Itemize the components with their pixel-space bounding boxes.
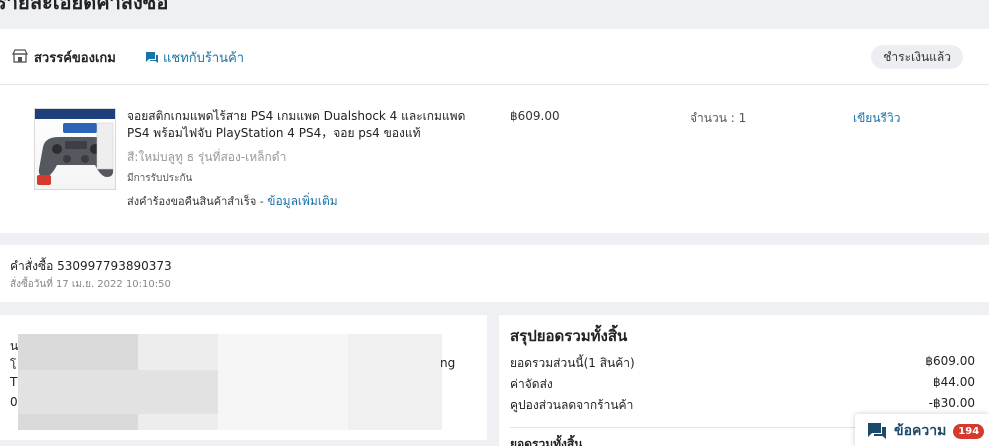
summary-row-subtotal: ยอดรวมส่วนนี้(1 สินค้า) ฿609.00 [510,354,975,373]
gamepad-image-icon [35,109,115,185]
messages-button[interactable]: ข้อความ 194 [855,414,989,446]
summary-row-shipping: ค่าจัดส่ง ฿44.00 [510,375,975,394]
summary-value: ฿44.00 [933,375,975,389]
chat-icon [868,423,886,439]
summary-value: -฿30.00 [928,396,975,410]
warranty-label: มีการรับประกัน [127,173,193,184]
return-more-info-link[interactable]: ข้อมูลเพิ่มเติม [267,194,337,208]
shop-name[interactable]: สวรรค์ของเกม [34,47,116,68]
chat-with-shop-label: แชทกับร้านค้า [163,51,245,66]
return-status: ส่งคำร้องขอคืนสินค้าสำเร็จ - ข้อมูลเพิ่ม… [127,192,338,211]
order-date: สั่งซื้อวันที่ 17 เม.ย. 2022 10:10:50 [10,279,171,290]
redaction-blur [18,370,218,414]
address-line-4: 0 [10,395,18,409]
product-image[interactable] [34,108,116,190]
return-status-text: ส่งคำร้องขอคืนสินค้าสำเร็จ - [127,195,268,208]
summary-row-coupon: คูปองส่วนลดจากร้านค้า -฿30.00 [510,396,975,415]
summary-label: คูปองส่วนลดจากร้านค้า [510,398,634,412]
product-quantity: จำนวน : 1 [690,111,747,125]
summary-value: ฿609.00 [925,354,975,368]
address-line-2-tail: ng [440,356,456,370]
address-line-2: โ [10,358,17,372]
shop-order-card: สวรรค์ของเกม แชทกับร้านค้า ชำระเงินแล้ว [0,29,989,233]
product-row: จอยสติกเกมแพดไร้สาย PS4 เกมแพด Dualshock… [0,86,989,233]
summary-label: ยอดรวมส่วนนี้(1 สินค้า) [510,356,635,370]
chat-with-shop-button[interactable]: แชทกับร้านค้า [145,47,244,68]
product-price: ฿609.00 [510,109,560,123]
product-name[interactable]: จอยสติกเกมแพดไร้สาย PS4 เกมแพด Dualshock… [127,108,477,142]
page-title: รายละเอียดคำสั่งซื้อ [0,0,169,14]
address-line-1: น [10,339,19,353]
messages-count-badge: 194 [953,423,985,439]
shop-header: สวรรค์ของเกม แชทกับร้านค้า ชำระเงินแล้ว [0,29,989,85]
status-badge: ชำระเงินแล้ว [871,45,963,69]
address-line-3: T [10,375,18,389]
order-info-card: คำสั่งซื้อ 530997793890373 สั่งซื้อวันที… [0,245,989,302]
chat-icon [146,52,158,63]
messages-label: ข้อความ [894,423,947,439]
store-icon [12,49,28,63]
summary-title: สรุปยอดรวมทั้งสิ้น [510,327,628,345]
product-variant: สี:ใหม่บลูทู ธ รุ่นที่สอง-เหล็กดำ [127,150,287,164]
write-review-button[interactable]: เขียนรีวิว [853,109,900,128]
order-id: คำสั่งซื้อ 530997793890373 [10,259,172,273]
shipping-address-card: น โ T 0 ng [0,315,487,440]
summary-total-label: ยอดรวมทั้งสิ้น [510,437,583,446]
summary-label: ค่าจัดส่ง [510,377,553,391]
